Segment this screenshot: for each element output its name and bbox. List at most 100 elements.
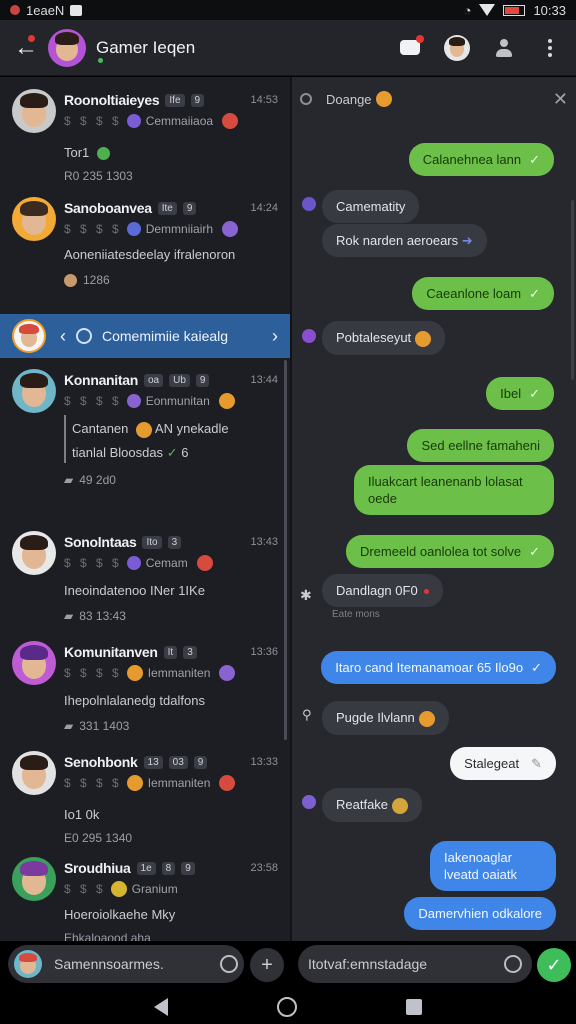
search-placeholder: Samennsoarmes. (54, 956, 164, 972)
message-bubble[interactable]: Rok narden aeroears ➜ (322, 224, 487, 257)
page-title: Gamer Ieqen (96, 37, 196, 57)
conversation-list: Roonoltiaieyes Ife 9 14:53 $ $ $ $ Cemmai… (0, 77, 290, 941)
list-item[interactable]: Komunitanven It 3 13:36 $ $ $ $ Iemmanite… (0, 641, 290, 741)
status-left: 1eaeN (10, 3, 83, 18)
emoji-picker-icon[interactable] (220, 955, 238, 973)
list-item[interactable]: Sonolntaas Ito 3 13:43 $ $ $ $ Cemam Ineo… (0, 531, 290, 631)
message-text: Reatfake (336, 797, 389, 812)
timestamp: 23:58 (250, 862, 278, 874)
message-bubble[interactable]: Camematity (322, 190, 420, 223)
nav-back-icon[interactable] (154, 998, 169, 1016)
message-placeholder: Itotvaf:emnstadage (308, 956, 428, 972)
message-bubble[interactable]: Sed eellne famaheni (407, 429, 554, 462)
image-icon: ▰ (64, 473, 74, 487)
alarm-icon: ◔ (463, 2, 472, 18)
message-bubble[interactable]: Ibel ✓ (486, 377, 554, 410)
more-options-icon[interactable] (538, 36, 562, 60)
list-item[interactable]: Sroudhiua 1e 8 9 23:58 $ $ $ Granium Hoer… (0, 857, 290, 941)
back-button[interactable]: ← (14, 34, 48, 62)
status-right: ◔ 10:33 (464, 3, 566, 18)
tag: 13 (143, 755, 163, 769)
message-bubble[interactable]: Pugde Ilvlann (322, 701, 449, 735)
send-button[interactable]: ✓ (537, 948, 571, 982)
tag: 3 (183, 645, 197, 659)
subtitle: Cemam (145, 556, 188, 570)
tag: 1e (136, 861, 156, 875)
message-bubble[interactable]: Pobtaleseyut (322, 321, 446, 355)
message-bubble[interactable]: Damervhien odkalore (404, 897, 556, 930)
tag: 03 (168, 755, 188, 769)
preview-text: Aoneniiatesdeelay ifralenoron (64, 247, 236, 262)
avatar (12, 751, 56, 795)
search-icon[interactable] (300, 93, 312, 105)
preview-text: Cantanen (72, 421, 129, 436)
tag: Ite (157, 201, 177, 215)
message-bubble[interactable]: Dandlagn 0F0 (322, 574, 443, 607)
message-text: Itaro cand Itemanamoar 65 Ilo9o (335, 660, 524, 675)
message-text: Sed eellne famaheni (421, 438, 540, 453)
nav-home-icon[interactable] (276, 997, 297, 1017)
tag: 3 (167, 535, 182, 549)
tag: 9 (182, 201, 197, 215)
message-bubble[interactable]: Iakenoaglar lveatd oaiatk (430, 841, 556, 891)
edit-pencil-icon[interactable]: ✎ (531, 756, 542, 771)
chevron-left-icon[interactable]: ‹ (60, 326, 66, 347)
message-bubble[interactable]: Reatfake (322, 788, 423, 822)
contact-name: Sanoboanvea (64, 200, 152, 216)
plus-icon: + (261, 953, 273, 976)
nav-recents-icon[interactable] (405, 999, 422, 1015)
emoji-picker-icon[interactable] (504, 955, 522, 973)
close-icon[interactable]: ✕ (553, 89, 568, 110)
contacts-button[interactable] (492, 36, 516, 60)
meta-text: 83 13:43 (79, 609, 126, 623)
profile-avatar[interactable] (444, 34, 470, 61)
status-dot (423, 589, 429, 595)
emoji-icon (375, 91, 392, 107)
meta-text: 331 1403 (79, 719, 130, 733)
list-item[interactable]: Sanoboanvea Ite 9 14:24 $ $ $ $ Demmniiai… (0, 197, 290, 307)
search-input[interactable]: Samennsoarmes. (8, 945, 244, 983)
emoji-icon (392, 797, 409, 814)
read-check-icon: ✓ (529, 152, 540, 167)
emoji-icon (219, 665, 236, 681)
list-item[interactable]: Roonoltiaieyes Ife 9 14:53 $ $ $ $ Cemmai… (0, 89, 290, 189)
sender-icon (302, 329, 316, 343)
message-input[interactable]: Itotvaf:emnstadage (298, 945, 532, 983)
meta-text: 1286 (83, 273, 110, 287)
avatar (12, 531, 56, 575)
scrollbar[interactable] (284, 360, 287, 740)
subtitle: Demmniiairh (145, 222, 214, 236)
add-button[interactable]: + (250, 948, 284, 982)
list-item[interactable]: Senohbonk 13 03 9 13:33 $ $ $ $ Iemmanite… (0, 751, 290, 851)
person-icon (495, 38, 513, 57)
message-bubble[interactable]: Caeanlone loam ✓ (412, 277, 554, 310)
send-arrow-icon: ➜ (461, 233, 473, 248)
message-bubble[interactable]: Calanehnea lann ✓ (408, 143, 554, 176)
avatar (12, 89, 56, 133)
chat-scrollbar[interactable] (571, 200, 574, 380)
message-text: Ibel (500, 386, 522, 401)
community-icon (126, 114, 141, 128)
chat-header: Doange ✕ (300, 83, 568, 115)
messages-button[interactable] (398, 35, 424, 60)
message-bubble[interactable]: Itaro cand Itemanamoar 65 Ilo9o ✓ (321, 651, 556, 684)
timestamp: 13:33 (250, 756, 278, 768)
meta-text: E0 295 1340 (64, 831, 133, 845)
community-banner[interactable]: ‹ Comemimiie kaiealg › (0, 314, 290, 358)
message-bubble[interactable]: Iluakcart leanenanb lolasat oede (354, 465, 554, 515)
tag: 9 (181, 861, 195, 875)
list-item[interactable]: Konnanitan oa Ub 9 13:44 $ $ $ $ Eonmunit… (0, 369, 290, 499)
community-icon (126, 556, 141, 570)
message-text: Damervhien odkalore (418, 906, 542, 921)
avatar (12, 319, 46, 353)
app-bar: ← Gamer Ieqen (0, 20, 576, 76)
emoji-icon (126, 775, 143, 791)
message-bubble[interactable]: Dremeeld oanlolea tot solve ✓ (345, 535, 554, 568)
tag: Ito (142, 535, 162, 549)
chevron-right-icon[interactable]: › (272, 326, 278, 347)
message-bubble[interactable]: Stalegeat ✎ (450, 747, 556, 780)
message-text: Iluakcart leanenanb lolasat oede (368, 474, 523, 506)
avatar[interactable] (48, 28, 86, 67)
tag: 8 (161, 861, 176, 875)
sender-icon: ⚲ (302, 707, 312, 722)
